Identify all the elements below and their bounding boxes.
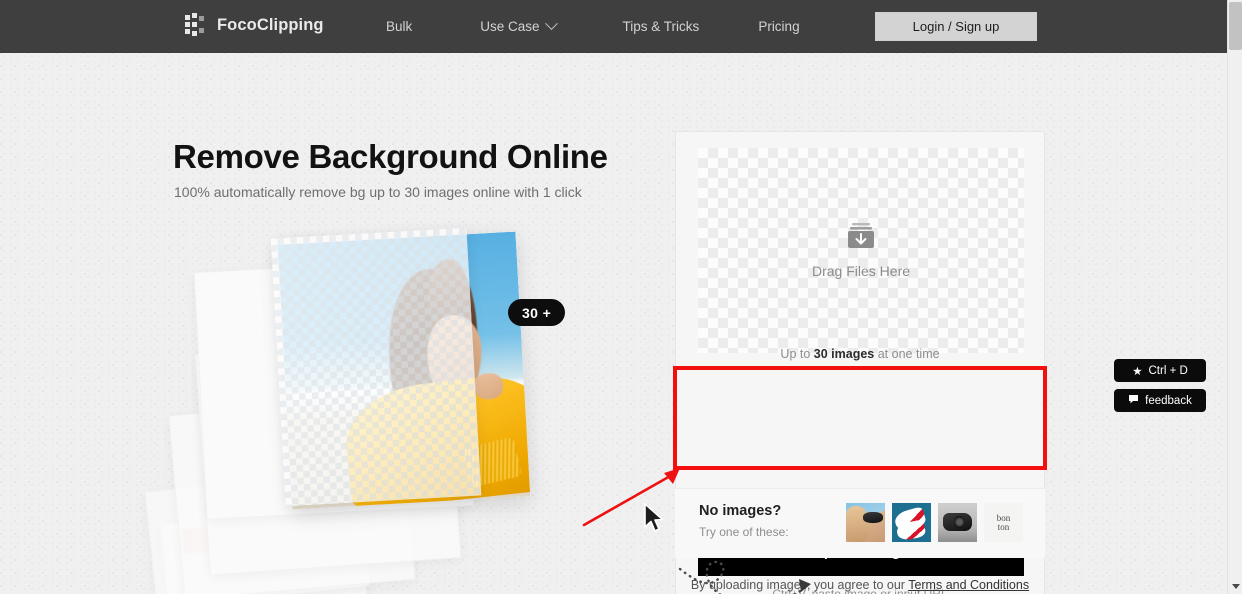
chat-bubble-icon	[1128, 394, 1139, 407]
sample-images-section: No images? Try one of these: bon ton	[675, 488, 1045, 558]
brand-name: FocoClipping	[217, 16, 324, 35]
vertical-scrollbar[interactable]	[1227, 0, 1242, 594]
samples-subtitle: Try one of these:	[699, 525, 789, 539]
download-tray-icon	[845, 222, 877, 250]
floating-actions: ★ Ctrl + D feedback	[1114, 359, 1206, 412]
nav-item-label: Use Case	[480, 19, 539, 34]
feedback-button[interactable]: feedback	[1114, 389, 1206, 412]
sample-thumb-white-sneakers[interactable]	[892, 503, 931, 542]
page-canvas: FocoClipping Bulk Use Case Tips & Tricks…	[0, 0, 1227, 594]
nav-item-label: Tips & Tricks	[623, 19, 700, 34]
scrollbar-down-button[interactable]	[1228, 578, 1242, 594]
hero-illustration	[150, 225, 580, 594]
bookmark-shortcut-label: Ctrl + D	[1149, 365, 1188, 377]
nav-item-label: Bulk	[386, 19, 412, 34]
site-header: FocoClipping Bulk Use Case Tips & Tricks…	[0, 0, 1227, 53]
limit-suffix: at one time	[874, 347, 939, 361]
nav-item-tips-tricks[interactable]: Tips & Tricks	[623, 19, 700, 34]
nav-item-bulk[interactable]: Bulk	[386, 19, 412, 34]
bookmark-shortcut-button[interactable]: ★ Ctrl + D	[1114, 359, 1206, 382]
login-signup-button[interactable]: Login / Sign up	[875, 12, 1037, 41]
main-nav: Bulk Use Case Tips & Tricks Pricing	[370, 0, 800, 53]
image-count-badge: 30 +	[508, 299, 565, 326]
brand-logo[interactable]: FocoClipping	[185, 13, 324, 37]
limit-prefix: Up to	[780, 347, 813, 361]
star-icon: ★	[1132, 364, 1142, 378]
chevron-down-icon	[1232, 584, 1240, 589]
nav-item-label: Pricing	[758, 19, 799, 34]
scrollbar-thumb[interactable]	[1229, 2, 1242, 50]
dropzone[interactable]: Drag Files Here	[698, 148, 1024, 353]
page-title: Remove Background Online	[173, 138, 608, 176]
pixel-grid-logo-icon	[185, 13, 206, 37]
dotted-curly-arrow-icon	[678, 555, 823, 594]
limit-count: 30 images	[814, 347, 874, 361]
upload-limit-note: Up to 30 images at one time	[676, 347, 1044, 361]
page-subtitle: 100% automatically remove bg up to 30 im…	[174, 184, 582, 200]
sample-thumbnail-list: bon ton	[846, 503, 1023, 542]
nav-item-use-case[interactable]: Use Case	[480, 19, 555, 34]
samples-title: No images?	[699, 503, 781, 519]
chevron-down-icon	[545, 17, 558, 30]
hero-photo-card	[278, 232, 530, 510]
sample-thumb-camera[interactable]	[938, 503, 977, 542]
hero-photo-content	[278, 232, 530, 510]
dropzone-label: Drag Files Here	[812, 263, 910, 279]
terms-and-conditions-link[interactable]: Terms and Conditions	[908, 578, 1029, 592]
red-pointer-arrow	[580, 462, 690, 530]
bonton-logo-text: bon ton	[997, 514, 1011, 532]
feedback-label: feedback	[1145, 395, 1192, 407]
sample-thumb-bonton-logo[interactable]: bon ton	[984, 503, 1023, 542]
bonton-line-2: ton	[997, 523, 1011, 532]
nav-item-pricing[interactable]: Pricing	[758, 19, 799, 34]
sample-thumb-woman-sunglasses[interactable]	[846, 503, 885, 542]
